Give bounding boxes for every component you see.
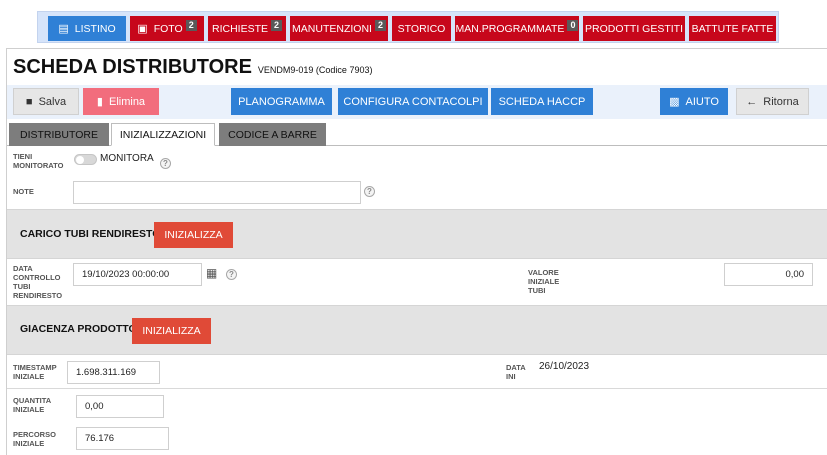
manutenzioni-badge: 2 [374,20,386,31]
percorso-iniziale-label: PERCORSO INIZIALE [13,430,56,448]
tab-bar: DISTRIBUTORE INIZIALIZZAZIONI CODICE A B… [7,122,827,146]
valore-iniziale-input[interactable]: 0,00 [724,263,813,286]
data-ini-line2: INI [506,372,516,381]
aiuto-button[interactable]: ▩ AIUTO [660,88,728,115]
tab-distributore[interactable]: DISTRIBUTORE [9,123,109,146]
valore-iniziale-line3: TUBI [528,286,546,295]
aiuto-label: AIUTO [685,95,719,108]
battute-fatte-button[interactable]: BATTUTE FATTE [689,16,776,41]
battute-fatte-label: BATTUTE FATTE [691,22,774,35]
prodotti-gestiti-button[interactable]: PRODOTTI GESTITI [583,16,685,41]
ritorna-button[interactable]: ← Ritorna [736,88,809,115]
storico-label: STORICO [397,22,446,35]
data-controllo-line4: RENDIRESTO [13,291,63,300]
monitora-text: MONITORA [100,153,154,164]
save-label: Salva [38,95,67,108]
data-controllo-line1: DATA [13,264,33,273]
prodotti-gestiti-label: PRODOTTI GESTITI [584,22,683,35]
data-controllo-line3: TUBI [13,282,31,291]
trash-icon: ▮ [96,96,103,108]
data-controllo-input[interactable]: 19/10/2023 00:00:00 [73,263,202,286]
data-ini-label: DATA INI [506,363,526,381]
timestamp-line1: TIMESTAMP [13,363,57,372]
richieste-button[interactable]: RICHIESTE 2 [208,16,286,41]
richieste-label: RICHIESTE [211,22,268,35]
arrow-left-icon: ← [746,95,758,108]
data-controllo-label: DATA CONTROLLO TUBI RENDIRESTO [13,264,62,300]
data-ini-line1: DATA [506,363,526,372]
timestamp-line2: INIZIALE [13,372,45,381]
top-navigation: ▤ LISTINO ▣ FOTO 2 RICHIESTE 2 MANUTENZI… [37,11,779,43]
data-ini-value: 26/10/2023 [539,361,590,372]
configura-contacolpi-label: CONFIGURA CONTACOLPI [343,95,483,108]
tieni-monitorato-line2: MONITORATO [13,161,64,170]
book-icon: ▩ [669,96,680,108]
foto-button[interactable]: ▣ FOTO 2 [130,16,204,41]
foto-label: FOTO [153,22,183,35]
man-programmate-label: MAN.PROGRAMMATE [455,22,565,35]
tab-inizializzazioni[interactable]: INIZIALIZZAZIONI [111,123,215,146]
main-panel: SCHEDA DISTRIBUTORE VENDM9-019 (Codice 79… [6,48,827,455]
tieni-monitorato-line1: TIENI [13,152,33,161]
giacenza-prodotto-section: GIACENZA PRODOTTO INIZIALIZZA [7,305,827,355]
manutenzioni-label: MANUTENZIONI [292,22,372,35]
man-programmate-badge: 0 [567,20,579,31]
inizializza-carico-button[interactable]: INIZIALIZZA [154,222,233,248]
save-button[interactable]: ■ Salva [13,88,79,115]
giacenza-prodotto-title: GIACENZA PRODOTTO [20,323,137,335]
percorso-iniziale-input[interactable]: 76.176 [76,427,169,450]
storico-button[interactable]: STORICO [392,16,451,41]
valore-iniziale-line2: INIZIALE [528,277,560,286]
percorso-line1: PERCORSO [13,430,56,439]
help-icon[interactable]: ? [364,186,375,197]
carico-tubi-section: CARICO TUBI RENDIRESTO INIZIALIZZA [7,209,827,259]
help-icon[interactable]: ? [226,269,237,280]
quantita-line1: QUANTITA [13,396,52,405]
planogramma-label: PLANOGRAMMA [238,95,325,108]
man-programmate-button[interactable]: MAN.PROGRAMMATE 0 [455,16,579,41]
action-bar: ■ Salva ▮ Elimina PLANOGRAMMA CONFIGURA … [7,85,827,119]
manutenzioni-button[interactable]: MANUTENZIONI 2 [290,16,388,41]
note-label: NOTE [13,187,34,196]
valore-iniziale-line1: VALORE [528,268,559,277]
listino-button[interactable]: ▤ LISTINO [48,16,126,41]
scheda-haccp-button[interactable]: SCHEDA HACCP [491,88,593,115]
scheda-haccp-label: SCHEDA HACCP [498,95,586,108]
tieni-monitorato-label: TIENI MONITORATO [13,152,63,170]
calendar-icon[interactable]: ▦ [206,266,217,280]
page-title: SCHEDA DISTRIBUTORE VENDM9-019 (Codice 79… [13,56,372,79]
list-icon: ▤ [58,23,69,35]
quantita-iniziale-label: QUANTITA INIZIALE [13,396,51,414]
page-title-text: SCHEDA DISTRIBUTORE [13,56,252,78]
help-icon[interactable]: ? [160,158,171,169]
divider [7,388,827,389]
floppy-icon: ■ [25,95,33,108]
quantita-line2: INIZIALE [13,405,45,414]
data-controllo-line2: CONTROLLO [13,273,61,282]
richieste-badge: 2 [271,20,283,31]
page-subtitle: VENDM9-019 (Codice 7903) [257,65,373,75]
timestamp-iniziale-input[interactable]: 1.698.311.169 [67,361,160,384]
planogramma-button[interactable]: PLANOGRAMMA [231,88,332,115]
camera-icon: ▣ [137,23,148,35]
listino-label: LISTINO [74,22,116,35]
quantita-iniziale-input[interactable]: 0,00 [76,395,164,418]
monitora-toggle[interactable] [74,154,97,165]
foto-badge: 2 [185,20,197,31]
configura-contacolpi-button[interactable]: CONFIGURA CONTACOLPI [338,88,488,115]
ritorna-label: Ritorna [763,95,799,108]
percorso-line2: INIZIALE [13,439,45,448]
timestamp-iniziale-label: TIMESTAMP INIZIALE [13,363,57,381]
delete-button[interactable]: ▮ Elimina [83,88,159,115]
note-input[interactable] [73,181,361,204]
carico-tubi-title: CARICO TUBI RENDIRESTO [20,228,161,240]
tab-codice-a-barre[interactable]: CODICE A BARRE [219,123,326,146]
delete-label: Elimina [108,95,146,108]
valore-iniziale-label: VALORE INIZIALE TUBI [528,268,559,295]
inizializza-giacenza-button[interactable]: INIZIALIZZA [132,318,211,344]
